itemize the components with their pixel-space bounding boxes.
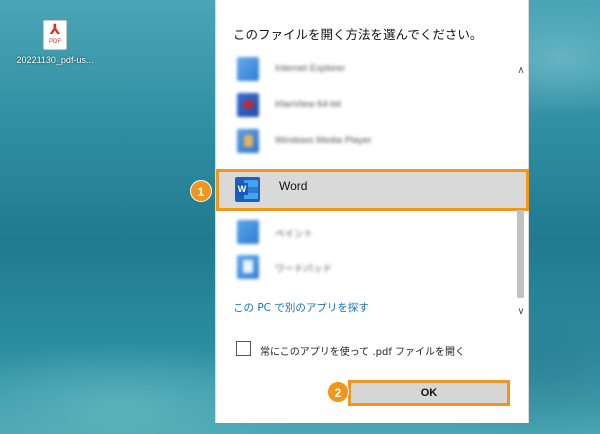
step-2-badge: 2: [327, 381, 349, 403]
app-name: Windows Media Player: [275, 135, 372, 146]
always-use-checkbox[interactable]: [236, 341, 251, 356]
app-item-wordpad[interactable]: ワードパッド: [216, 251, 514, 289]
word-icon-letter: W: [236, 183, 248, 195]
app-item-paint[interactable]: ペイント: [216, 216, 514, 254]
app-item-windows-media-player[interactable]: Windows Media Player: [216, 125, 514, 163]
app-name: IrfanView 64-bit: [275, 99, 341, 110]
dialog-title: このファイルを開く方法を選んでください。: [233, 27, 483, 42]
app-item-word-selected[interactable]: W Word: [216, 169, 529, 211]
scroll-down-arrow-icon[interactable]: ∨: [514, 306, 528, 318]
ok-button[interactable]: OK: [348, 380, 510, 406]
irfanview-icon: [237, 93, 259, 117]
windows-media-player-icon: [237, 129, 259, 153]
pdf-tag: PDF: [49, 39, 61, 45]
app-item-irfanview[interactable]: IrfanView 64-bit: [216, 89, 514, 127]
word-icon: W: [235, 177, 260, 202]
step-1-badge: 1: [190, 180, 212, 202]
wordpad-icon: [237, 255, 259, 279]
app-name: ワードパッド: [275, 264, 333, 275]
pdf-file-icon: ⅄ PDF: [43, 20, 67, 50]
app-name: ペイント: [275, 229, 314, 240]
open-with-dialog: このファイルを開く方法を選んでください。 Internet Explorer I…: [215, 0, 529, 423]
app-item-internet-explorer[interactable]: Internet Explorer: [216, 53, 514, 91]
paint-icon: [237, 220, 259, 244]
desktop-pdf-file[interactable]: ⅄ PDF 20221130_pdf-us...: [10, 20, 100, 65]
always-use-label[interactable]: 常にこのアプリを使って .pdf ファイルを開く: [260, 343, 465, 358]
app-name-word: Word: [279, 179, 308, 193]
acrobat-symbol: ⅄: [49, 22, 61, 38]
internet-explorer-icon: [237, 57, 259, 81]
list-scrollbar[interactable]: ∧ ∨: [514, 60, 528, 325]
scroll-thumb[interactable]: [517, 210, 524, 298]
find-another-app-link[interactable]: この PC で別のアプリを探す: [233, 300, 369, 315]
app-name: Internet Explorer: [275, 63, 346, 74]
desktop-file-label: 20221130_pdf-us...: [16, 55, 94, 65]
scroll-up-arrow-icon[interactable]: ∧: [514, 65, 528, 77]
